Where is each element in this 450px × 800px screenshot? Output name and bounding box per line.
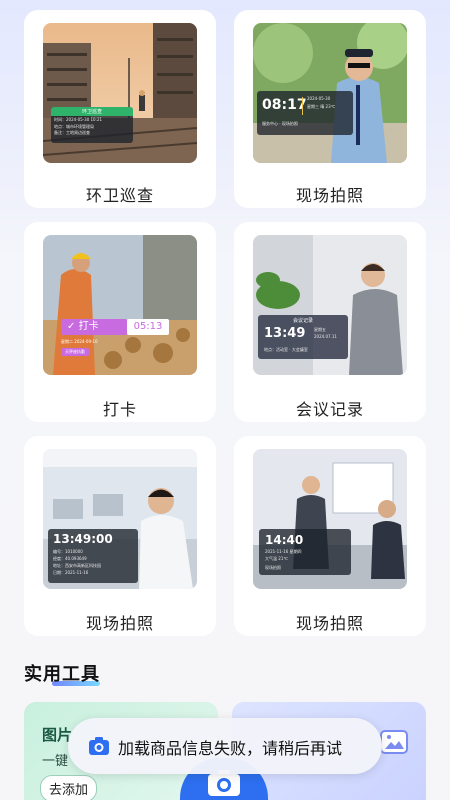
- stamp-time: 13:49:00: [53, 532, 113, 546]
- stamp-line: 编号：1010000: [53, 549, 83, 554]
- tool-subtitle: 一键: [42, 754, 69, 769]
- add-button[interactable]: 去添加: [40, 775, 98, 800]
- stamp-line: 地址：西安市高新区科技园: [53, 563, 101, 568]
- stamp-line: 2021-11-16 星期四: [265, 549, 302, 554]
- card-label: 现场拍照: [295, 186, 364, 205]
- watermark-stamp: 环卫巡查 时间：2024-05-30 10:21 地点：城市环境管理局 备注：工…: [51, 107, 133, 143]
- template-card-photo-1[interactable]: 08:17 2024-05-30 星期三 晴 23℃ 服务中心 · 现场拍照 现…: [234, 10, 426, 208]
- stamp-line: 时间：2024-05-30 10:21: [54, 117, 103, 122]
- stamp-weekday: 星期三 晴 23℃: [307, 104, 336, 109]
- image-icon: [380, 730, 408, 754]
- template-thumbnail: ✓ 打卡 05:13 星期二 2024-09-10 天秤座执勤: [43, 235, 197, 375]
- error-toast: 加载商品信息失败，请稍后再试: [68, 718, 382, 774]
- check-icon: ✓: [67, 321, 76, 332]
- stamp-address: 地点：活动室 · 大会議室: [264, 347, 308, 352]
- card-label: 会议记录: [295, 400, 364, 419]
- card-label: 现场拍照: [295, 614, 364, 633]
- template-card-sanitation[interactable]: 环卫巡查 时间：2024-05-30 10:21 地点：城市环境管理局 备注：工…: [24, 10, 216, 208]
- template-thumbnail: 会议记录 13:49 星期五 2024.07.11 地点：活动室 · 大会議室: [253, 235, 407, 375]
- stamp-time: 13:49: [264, 326, 306, 341]
- stamp-date: 2024-05-30: [307, 96, 331, 101]
- stamp-line: 现场拍照: [265, 565, 281, 570]
- checkin-time: 05:13: [127, 319, 169, 335]
- stamp-address: 服务中心 · 现场拍照: [262, 121, 298, 126]
- checkin-tag: 天秤座执勤: [61, 348, 89, 356]
- watermark-stamp: 会议记录 13:49 星期五 2024.07.11 地点：活动室 · 大会議室: [258, 315, 348, 359]
- card-label: 打卡: [102, 400, 137, 419]
- stamp-side-1: 星期五: [314, 327, 326, 332]
- card-label: 现场拍照: [85, 614, 154, 633]
- stamp-time: 14:40: [265, 533, 304, 547]
- camera-icon: [89, 737, 109, 755]
- watermark-stamp: 14:40 2021-11-16 星期四 大气温 21℃ 现场拍照: [259, 529, 351, 575]
- stamp-side-2: 2024.07.11: [314, 334, 337, 339]
- stamp-line: 大气温 21℃: [265, 556, 288, 561]
- toast-message: 加载商品信息失败，请稍后再试: [118, 739, 343, 758]
- template-card-meeting[interactable]: 会议记录 13:49 星期五 2024.07.11 地点：活动室 · 大会議室 …: [234, 222, 426, 422]
- template-thumbnail: 13:49:00 编号：1010000 经度：40.093649 地址：西安市高…: [43, 449, 197, 589]
- section-title: 实用工具: [24, 664, 100, 685]
- watermark-stamp: 13:49:00 编号：1010000 经度：40.093649 地址：西安市高…: [48, 529, 138, 583]
- watermark-stamp: 08:17 2024-05-30 星期三 晴 23℃ 服务中心 · 现场拍照: [257, 91, 353, 135]
- template-thumbnail: 08:17 2024-05-30 星期三 晴 23℃ 服务中心 · 现场拍照: [253, 23, 407, 163]
- template-card-photo-3[interactable]: 14:40 2021-11-16 星期四 大气温 21℃ 现场拍照 现场拍照: [234, 436, 426, 636]
- stamp-header: 会议记录: [292, 318, 313, 324]
- checkin-badge: ✓ 打卡: [61, 319, 127, 335]
- stamp-time: 08:17: [262, 97, 307, 113]
- template-thumbnail: 环卫巡查 时间：2024-05-30 10:21 地点：城市环境管理局 备注：工…: [43, 23, 197, 163]
- template-thumbnail: 14:40 2021-11-16 星期四 大气温 21℃ 现场拍照: [253, 449, 407, 589]
- stamp-header: 环卫巡查: [51, 107, 133, 116]
- card-label: 环卫巡查: [85, 186, 154, 205]
- checkin-date: 星期二 2024-09-10: [61, 339, 98, 344]
- stamp-line: 备注：工地周边巡查: [54, 130, 90, 135]
- stamp-line: 日期：2021-11-16: [53, 570, 89, 575]
- template-card-checkin[interactable]: ✓ 打卡 05:13 星期二 2024-09-10 天秤座执勤 打卡: [24, 222, 216, 422]
- template-card-photo-2[interactable]: 13:49:00 编号：1010000 经度：40.093649 地址：西安市高…: [24, 436, 216, 636]
- stamp-line: 经度：40.093649: [53, 556, 87, 561]
- checkin-title: 打卡: [78, 321, 99, 332]
